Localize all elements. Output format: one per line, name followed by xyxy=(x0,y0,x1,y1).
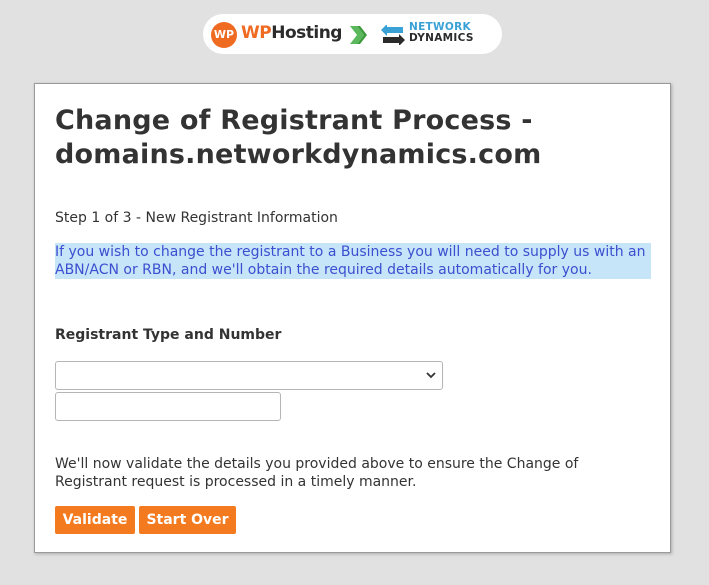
validation-note: We'll now validate the details you provi… xyxy=(55,456,579,490)
step-indicator: Step 1 of 3 - New Registrant Information xyxy=(55,210,338,226)
validate-button[interactable]: Validate xyxy=(55,506,135,534)
business-info-notice: If you wish to change the registrant to … xyxy=(55,243,651,279)
chevron-down-icon xyxy=(426,372,436,379)
network-dynamics-arrows-icon xyxy=(381,25,405,45)
network-dynamics-line2: DYNAMICS xyxy=(409,32,474,44)
wp-hosting-name: Hosting xyxy=(271,23,342,43)
brand-header: WP WPHosting NETWORK DYNAMICS xyxy=(203,14,502,54)
start-over-button[interactable]: Start Over xyxy=(139,506,236,534)
chevron-right-icon xyxy=(350,26,367,44)
page-title: Change of Registrant Process - domains.n… xyxy=(55,105,542,170)
wp-hosting-logo-icon: WP xyxy=(211,22,237,48)
registrant-form-card: Change of Registrant Process - domains.n… xyxy=(34,83,671,553)
registrant-type-select[interactable] xyxy=(55,361,443,390)
wp-hosting-accent: WP xyxy=(241,23,272,43)
registrant-type-label: Registrant Type and Number xyxy=(55,327,282,343)
registrant-number-input[interactable] xyxy=(55,392,281,421)
network-dynamics-logo-text: NETWORK DYNAMICS xyxy=(409,22,474,44)
wp-hosting-logo-text: WPHosting xyxy=(241,23,342,43)
